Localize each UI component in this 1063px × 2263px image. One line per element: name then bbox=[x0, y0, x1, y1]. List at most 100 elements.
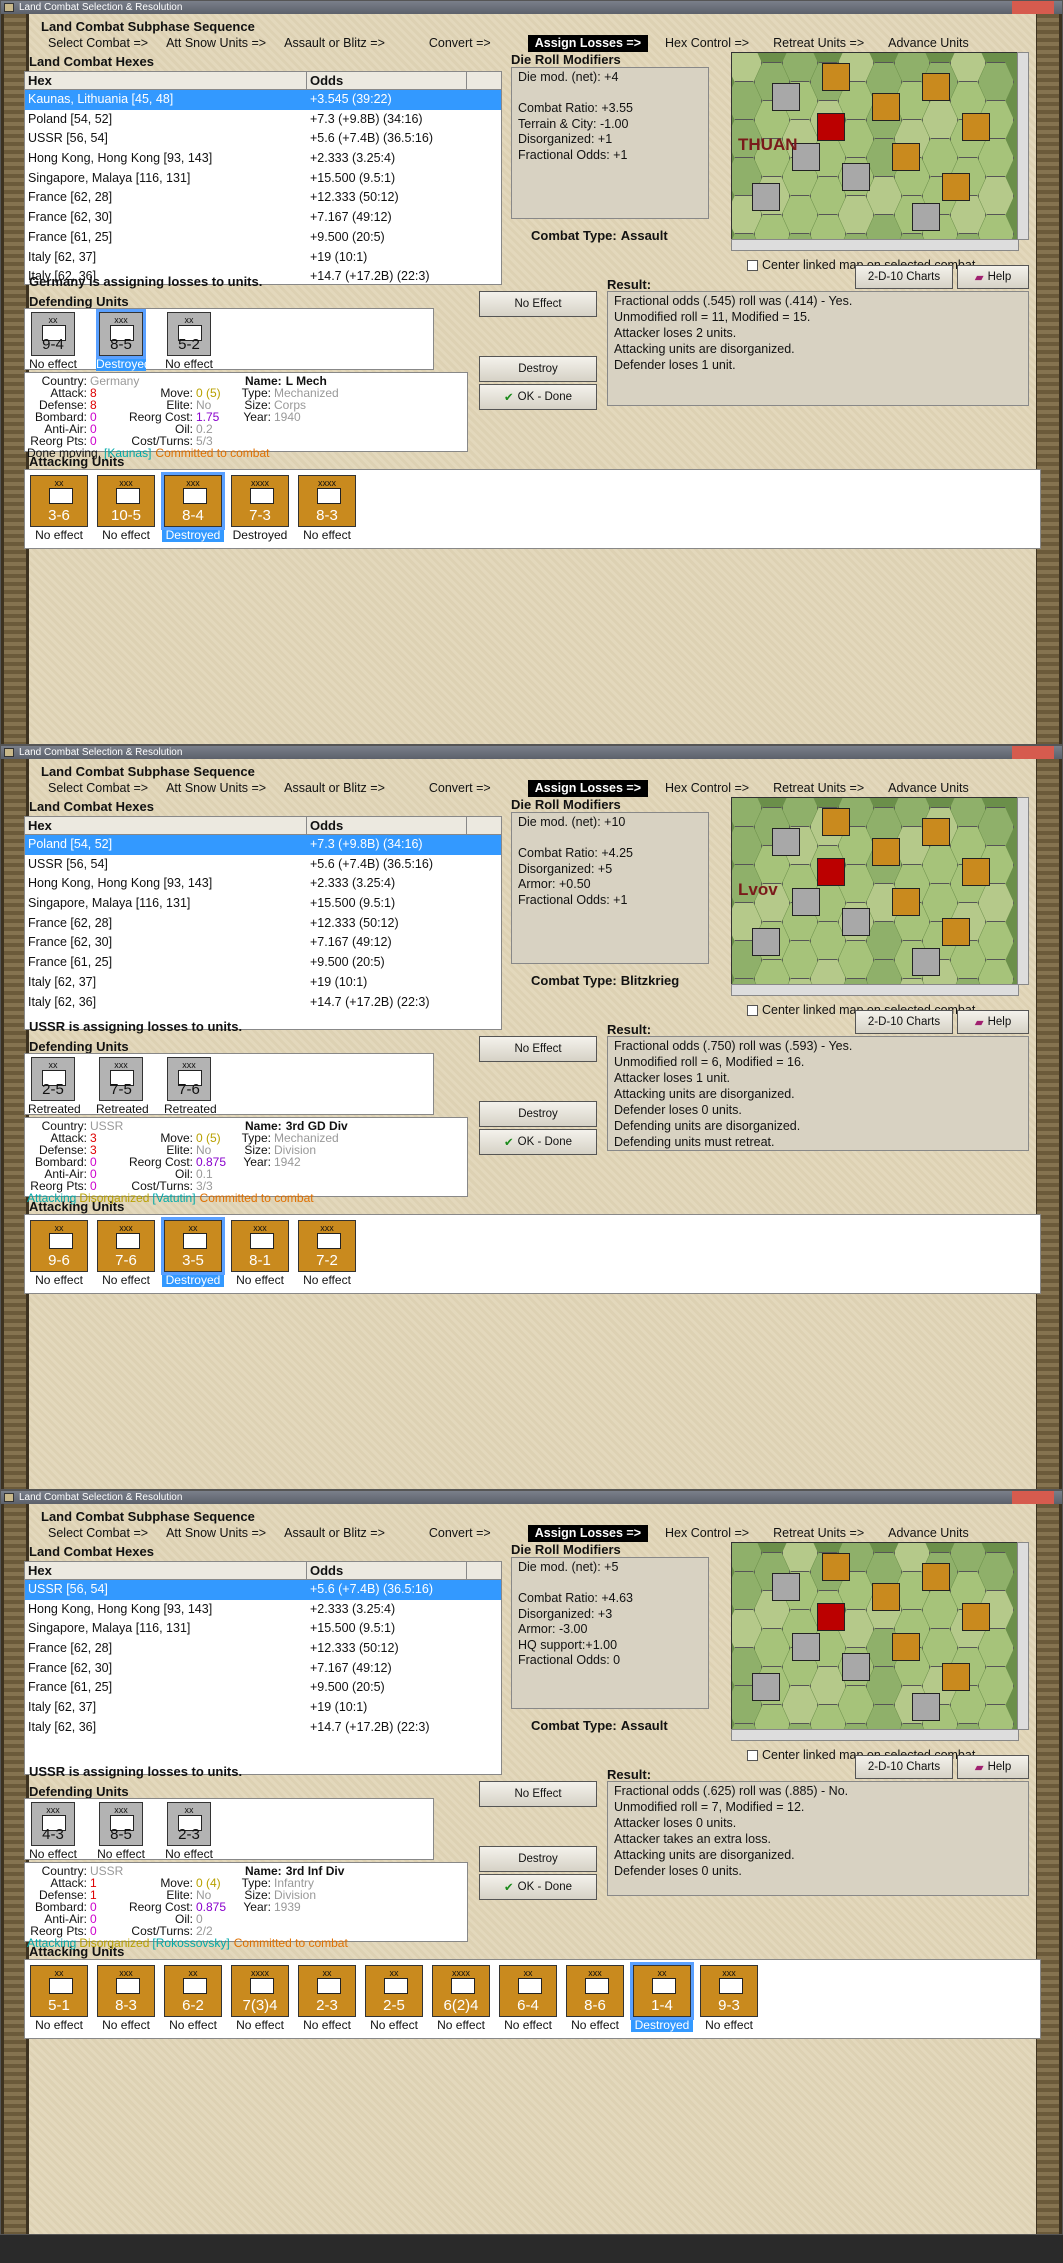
attacking-unit-counter[interactable]: xx 1-4 Destroyed bbox=[630, 1962, 694, 2032]
column-header-hex[interactable]: Hex bbox=[25, 1562, 307, 1579]
help-button[interactable]: ▰ Help bbox=[957, 1755, 1029, 1779]
attacking-unit-counter[interactable]: xxxx 7(3)4 No effect bbox=[229, 1965, 291, 2032]
attacking-unit-counter[interactable]: xxxx 8-3 No effect bbox=[296, 475, 358, 542]
column-header-odds[interactable]: Odds bbox=[307, 1562, 467, 1579]
map-unit-counter[interactable] bbox=[822, 1553, 850, 1581]
attacking-unit-counter[interactable]: xx 5-1 No effect bbox=[28, 1965, 90, 2032]
map-unit-counter[interactable] bbox=[817, 858, 845, 886]
attacking-unit-counter[interactable]: xxxx 7-3 Destroyed bbox=[229, 475, 291, 542]
ok-done-button[interactable]: ✔ OK - Done bbox=[479, 384, 597, 410]
destroy-button[interactable]: Destroy bbox=[479, 356, 597, 382]
table-row[interactable]: France [62, 30] +7.167 (49:12) bbox=[25, 208, 501, 228]
attacking-unit-counter[interactable]: xxx 8-3 No effect bbox=[95, 1965, 157, 2032]
table-row[interactable]: France [62, 30] +7.167 (49:12) bbox=[25, 1659, 501, 1679]
attacking-unit-counter[interactable]: xx 3-6 No effect bbox=[28, 475, 90, 542]
table-row[interactable]: USSR [56, 54] +5.6 (+7.4B) (36.5:16) bbox=[25, 1580, 501, 1600]
map-unit-counter[interactable] bbox=[942, 173, 970, 201]
map-unit-counter[interactable] bbox=[822, 808, 850, 836]
checkbox-box[interactable] bbox=[747, 1749, 758, 1761]
help-button[interactable]: ▰ Help bbox=[957, 1010, 1029, 1034]
map-unit-counter[interactable] bbox=[872, 1583, 900, 1611]
attacking-unit-counter[interactable]: xx 6-2 No effect bbox=[162, 1965, 224, 2032]
map-unit-counter[interactable] bbox=[792, 1633, 820, 1661]
close-icon[interactable] bbox=[1012, 1, 1054, 14]
attacking-unit-counter[interactable]: xx 9-6 No effect bbox=[28, 1220, 90, 1287]
table-row[interactable]: Hong Kong, Hong Kong [93, 143] +2.333 (3.… bbox=[25, 149, 501, 169]
table-row[interactable]: Italy [62, 36] +14.7 (+17.2B) (22:3) bbox=[25, 1718, 501, 1738]
destroy-button[interactable]: Destroy bbox=[479, 1846, 597, 1872]
map-unit-counter[interactable] bbox=[772, 1573, 800, 1601]
map-unit-counter[interactable] bbox=[892, 143, 920, 171]
column-header-odds[interactable]: Odds bbox=[307, 817, 467, 834]
map-unit-counter[interactable] bbox=[872, 93, 900, 121]
map-unit-counter[interactable] bbox=[772, 828, 800, 856]
map-unit-counter[interactable] bbox=[922, 1563, 950, 1591]
attacking-unit-counter[interactable]: xx 2-5 No effect bbox=[363, 1965, 425, 2032]
ok-done-button[interactable]: ✔ OK - Done bbox=[479, 1874, 597, 1900]
map-unit-counter[interactable] bbox=[962, 858, 990, 886]
window-titlebar[interactable]: Land Combat Selection & Resolution bbox=[1, 746, 1062, 759]
attacking-unit-counter[interactable]: xxx 10-5 No effect bbox=[95, 475, 157, 542]
map-unit-counter[interactable] bbox=[752, 928, 780, 956]
table-row[interactable]: France [61, 25] +9.500 (20:5) bbox=[25, 1678, 501, 1698]
linked-map[interactable]: Lvov bbox=[731, 797, 1019, 985]
table-row[interactable]: Hong Kong, Hong Kong [93, 143] +2.333 (3.… bbox=[25, 1600, 501, 1620]
table-row[interactable]: USSR [56, 54] +5.6 (+7.4B) (36.5:16) bbox=[25, 129, 501, 149]
charts-button[interactable]: 2-D-10 Charts bbox=[855, 1010, 953, 1034]
attacking-unit-counter[interactable]: xxx 8-6 No effect bbox=[564, 1965, 626, 2032]
table-row[interactable]: Singapore, Malaya [116, 131] +15.500 (9.5… bbox=[25, 1619, 501, 1639]
table-row[interactable]: Italy [62, 37] +19 (10:1) bbox=[25, 973, 501, 993]
table-row[interactable]: France [61, 25] +9.500 (20:5) bbox=[25, 953, 501, 973]
defending-unit-counter[interactable]: xx 2-3 No effect bbox=[164, 1802, 214, 1861]
charts-button[interactable]: 2-D-10 Charts bbox=[855, 1755, 953, 1779]
table-row[interactable]: Poland [54, 52] +7.3 (+9.8B) (34:16) bbox=[25, 835, 501, 855]
table-row[interactable]: France [62, 28] +12.333 (50:12) bbox=[25, 188, 501, 208]
map-scrollbar-vertical[interactable] bbox=[1017, 52, 1029, 240]
map-unit-counter[interactable] bbox=[817, 1603, 845, 1631]
defending-unit-counter[interactable]: xxx 7-5 Retreated bbox=[96, 1057, 149, 1116]
table-row[interactable]: Singapore, Malaya [116, 131] +15.500 (9.5… bbox=[25, 894, 501, 914]
table-row[interactable]: Kaunas, Lithuania [45, 48] +3.545 (39:22) bbox=[25, 90, 501, 110]
window-titlebar[interactable]: Land Combat Selection & Resolution bbox=[1, 1491, 1062, 1504]
table-row[interactable]: France [62, 28] +12.333 (50:12) bbox=[25, 914, 501, 934]
defending-unit-counter[interactable]: xxx 4-3 No effect bbox=[28, 1802, 78, 1861]
map-unit-counter[interactable] bbox=[792, 888, 820, 916]
help-button[interactable]: ▰ Help bbox=[957, 265, 1029, 289]
column-header-hex[interactable]: Hex bbox=[25, 72, 307, 89]
map-unit-counter[interactable] bbox=[772, 83, 800, 111]
defending-unit-counter[interactable]: xxx 8-5 Destroyed bbox=[96, 309, 151, 371]
map-unit-counter[interactable] bbox=[962, 1603, 990, 1631]
map-unit-counter[interactable] bbox=[912, 203, 940, 231]
defending-unit-counter[interactable]: xxx 8-5 No effect bbox=[96, 1802, 146, 1861]
map-unit-counter[interactable] bbox=[892, 1633, 920, 1661]
column-header-odds[interactable]: Odds bbox=[307, 72, 467, 89]
map-unit-counter[interactable] bbox=[922, 73, 950, 101]
attacking-unit-counter[interactable]: xx 2-3 No effect bbox=[296, 1965, 358, 2032]
table-row[interactable]: USSR [56, 54] +5.6 (+7.4B) (36.5:16) bbox=[25, 855, 501, 875]
attacking-unit-counter[interactable]: xxx 9-3 No effect bbox=[698, 1965, 760, 2032]
table-row[interactable]: Italy [62, 36] +14.7 (+17.2B) (22:3) bbox=[25, 993, 501, 1013]
column-header-hex[interactable]: Hex bbox=[25, 817, 307, 834]
linked-map[interactable]: THUAN bbox=[731, 52, 1019, 240]
table-row[interactable]: Singapore, Malaya [116, 131] +15.500 (9.5… bbox=[25, 169, 501, 189]
defending-unit-counter[interactable]: xx 9-4 No effect bbox=[28, 312, 78, 371]
attacking-unit-counter[interactable]: xx 6-4 No effect bbox=[497, 1965, 559, 2032]
map-unit-counter[interactable] bbox=[912, 1693, 940, 1721]
no-effect-button[interactable]: No Effect bbox=[479, 1036, 597, 1062]
defending-unit-counter[interactable]: xx 2-5 Retreated bbox=[28, 1057, 81, 1116]
table-row[interactable]: France [62, 30] +7.167 (49:12) bbox=[25, 933, 501, 953]
close-icon[interactable] bbox=[1012, 1491, 1054, 1504]
map-unit-counter[interactable] bbox=[962, 113, 990, 141]
attacking-unit-counter[interactable]: xxx 7-2 No effect bbox=[296, 1220, 358, 1287]
map-unit-counter[interactable] bbox=[752, 1673, 780, 1701]
table-row[interactable]: Poland [54, 52] +7.3 (+9.8B) (34:16) bbox=[25, 110, 501, 130]
map-unit-counter[interactable] bbox=[942, 1663, 970, 1691]
defending-unit-counter[interactable]: xxx 7-6 Retreated bbox=[164, 1057, 217, 1116]
map-unit-counter[interactable] bbox=[872, 838, 900, 866]
attacking-unit-counter[interactable]: xx 3-5 Destroyed bbox=[161, 1217, 225, 1287]
table-row[interactable]: Hong Kong, Hong Kong [93, 143] +2.333 (3.… bbox=[25, 874, 501, 894]
attacking-unit-counter[interactable]: xxx 8-4 Destroyed bbox=[161, 472, 225, 542]
map-unit-counter[interactable] bbox=[842, 908, 870, 936]
map-scrollbar-vertical[interactable] bbox=[1017, 1542, 1029, 1730]
ok-done-button[interactable]: ✔ OK - Done bbox=[479, 1129, 597, 1155]
